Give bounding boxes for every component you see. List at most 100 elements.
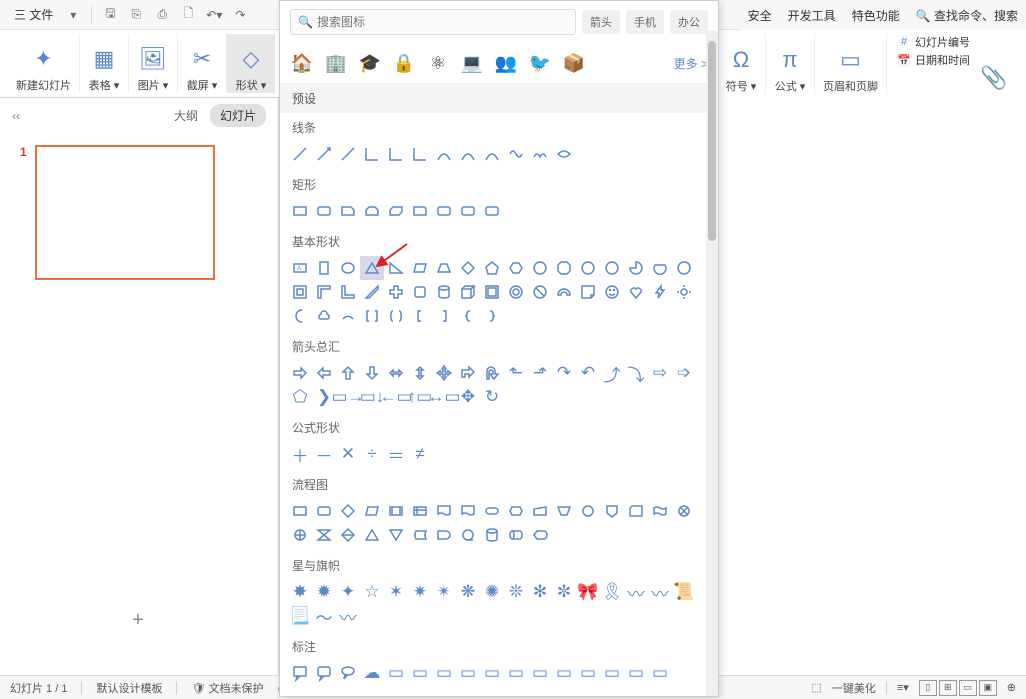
shape-arrow-striped[interactable]: ⇨: [648, 361, 672, 385]
shape-closed-curve[interactable]: [552, 142, 576, 166]
shape-right-bracket[interactable]: [432, 304, 456, 328]
shape-callout-borderaccent1[interactable]: ▭: [600, 661, 624, 685]
shape-round-2-diag[interactable]: [456, 199, 480, 223]
file-menu[interactable]: 三 文件: [8, 2, 59, 27]
search-command[interactable]: 🔍 查找命令、搜索: [916, 7, 1018, 24]
shape-arrow-up[interactable]: [336, 361, 360, 385]
tag-office[interactable]: 办公: [670, 10, 708, 34]
shape-fc-data[interactable]: [360, 499, 384, 523]
ribbon-screenshot[interactable]: ✂ 截屏 ▾: [178, 34, 227, 93]
shape-star7[interactable]: ✷: [408, 580, 432, 604]
shape-not-equal[interactable]: ≠: [408, 442, 432, 466]
shape-round-1-corner[interactable]: [408, 199, 432, 223]
shape-callout-cloud[interactable]: ☁: [360, 661, 384, 685]
shape-arrow-curved-left[interactable]: ↶: [576, 361, 600, 385]
cat-icon-1[interactable]: 🏠: [290, 51, 314, 75]
shape-callout-accent2[interactable]: ▭: [480, 661, 504, 685]
shape-oval[interactable]: [336, 256, 360, 280]
shape-fc-extract[interactable]: [360, 523, 384, 547]
shape-explosion1[interactable]: ✸: [288, 580, 312, 604]
shape-plaque[interactable]: [408, 280, 432, 304]
shape-callout-border1[interactable]: ▭: [528, 661, 552, 685]
shape-hexagon[interactable]: [504, 256, 528, 280]
shape-fc-junction[interactable]: [672, 499, 696, 523]
shape-right-brace[interactable]: [480, 304, 504, 328]
shape-callout-borderaccent3[interactable]: ▭: [648, 661, 672, 685]
shape-lightning[interactable]: [648, 280, 672, 304]
slide-number-button[interactable]: #幻灯片编号: [897, 34, 970, 50]
shape-ribbon-curved-down[interactable]: 〰: [648, 580, 672, 604]
shape-fc-card[interactable]: [624, 499, 648, 523]
shape-sun[interactable]: [672, 280, 696, 304]
shape-callout-line2[interactable]: ▭: [408, 661, 432, 685]
shape-ribbon-up[interactable]: 🎀: [576, 580, 600, 604]
shape-ribbon-curved-up[interactable]: 〰: [624, 580, 648, 604]
shape-textbox[interactable]: A: [288, 256, 312, 280]
shape-line-arrow[interactable]: [312, 142, 336, 166]
date-time-button[interactable]: 📅日期和时间: [897, 52, 970, 68]
outline-tab[interactable]: 大纲: [174, 107, 198, 124]
shape-arrow-callout-l[interactable]: ←▭: [384, 385, 408, 409]
shape-callout-accent1[interactable]: ▭: [456, 661, 480, 685]
panel-scrollbar[interactable]: [706, 31, 718, 696]
shape-fc-manual-input[interactable]: [528, 499, 552, 523]
shape-right-triangle[interactable]: [384, 256, 408, 280]
tab-dev-tools[interactable]: 开发工具: [788, 7, 836, 24]
shape-scribble[interactable]: [528, 142, 552, 166]
shape-fc-sort[interactable]: [336, 523, 360, 547]
shape-equals[interactable]: ＝: [384, 442, 408, 466]
shape-pie[interactable]: [624, 256, 648, 280]
shape-fc-predefined[interactable]: [384, 499, 408, 523]
file-dropdown-icon[interactable]: ▾: [61, 3, 85, 27]
shape-divide[interactable]: ÷: [360, 442, 384, 466]
shape-arrow-curved-right[interactable]: ↷: [552, 361, 576, 385]
slide-thumbnail-1[interactable]: 1: [20, 145, 258, 280]
ribbon-shapes[interactable]: ◇ 形状 ▾: [227, 34, 275, 93]
cat-icon-5[interactable]: ⚛: [426, 51, 450, 75]
shape-callout-border2[interactable]: ▭: [552, 661, 576, 685]
export-icon[interactable]: ⎘: [124, 3, 148, 27]
shape-arrow-bentup[interactable]: ⬏: [528, 361, 552, 385]
shape-star6[interactable]: ✶: [384, 580, 408, 604]
shape-diag-stripe[interactable]: [360, 280, 384, 304]
shape-fc-direct[interactable]: [504, 523, 528, 547]
more-icons-link[interactable]: 更多 >: [674, 55, 708, 72]
shape-arrow-circular[interactable]: ↻: [480, 385, 504, 409]
shape-decagon[interactable]: [576, 256, 600, 280]
shape-line-double-arrow[interactable]: [336, 142, 360, 166]
shape-folded-corner[interactable]: [576, 280, 600, 304]
shape-curve[interactable]: [432, 142, 456, 166]
ribbon-image[interactable]: 🖼 图片 ▾: [129, 34, 178, 93]
shape-ribbon-down[interactable]: 🎗: [600, 580, 624, 604]
shape-callout-oval[interactable]: [336, 661, 360, 685]
shape-fc-delay[interactable]: [432, 523, 456, 547]
shape-elbow-double[interactable]: [408, 142, 432, 166]
shape-left-bracket[interactable]: [408, 304, 432, 328]
shape-fc-manual-op[interactable]: [552, 499, 576, 523]
shape-arrow-callout-quad[interactable]: ✥: [456, 385, 480, 409]
shape-parallelogram[interactable]: [408, 256, 432, 280]
shape-star8[interactable]: ✴: [432, 580, 456, 604]
shape-l-shape[interactable]: [336, 280, 360, 304]
shape-double-wave[interactable]: 〰: [336, 604, 360, 628]
cat-icon-6[interactable]: 💻: [460, 51, 484, 75]
shape-arrow-quad[interactable]: [432, 361, 456, 385]
shape-bevel[interactable]: [480, 280, 504, 304]
shape-snip-corner[interactable]: [336, 199, 360, 223]
ribbon-header-footer[interactable]: ▭ 页眉和页脚: [815, 34, 887, 94]
shape-callout-accent3[interactable]: ▭: [504, 661, 528, 685]
shape-star12[interactable]: ✺: [480, 580, 504, 604]
shape-callout-rect[interactable]: [288, 661, 312, 685]
shape-fc-multi-doc[interactable]: [456, 499, 480, 523]
shape-vert-scroll[interactable]: 📜: [672, 580, 696, 604]
shape-round-2-same[interactable]: [432, 199, 456, 223]
shape-star5[interactable]: ☆: [360, 580, 384, 604]
shape-minus[interactable]: －: [312, 442, 336, 466]
shape-elbow[interactable]: [360, 142, 384, 166]
shape-star4[interactable]: ✦: [336, 580, 360, 604]
shape-arrow-leftup[interactable]: ⬑: [504, 361, 528, 385]
shape-arrow-down[interactable]: [360, 361, 384, 385]
save-icon[interactable]: 🖫: [98, 3, 122, 27]
undo-icon[interactable]: ↶▾: [202, 3, 226, 27]
shape-elbow-arrow[interactable]: [384, 142, 408, 166]
